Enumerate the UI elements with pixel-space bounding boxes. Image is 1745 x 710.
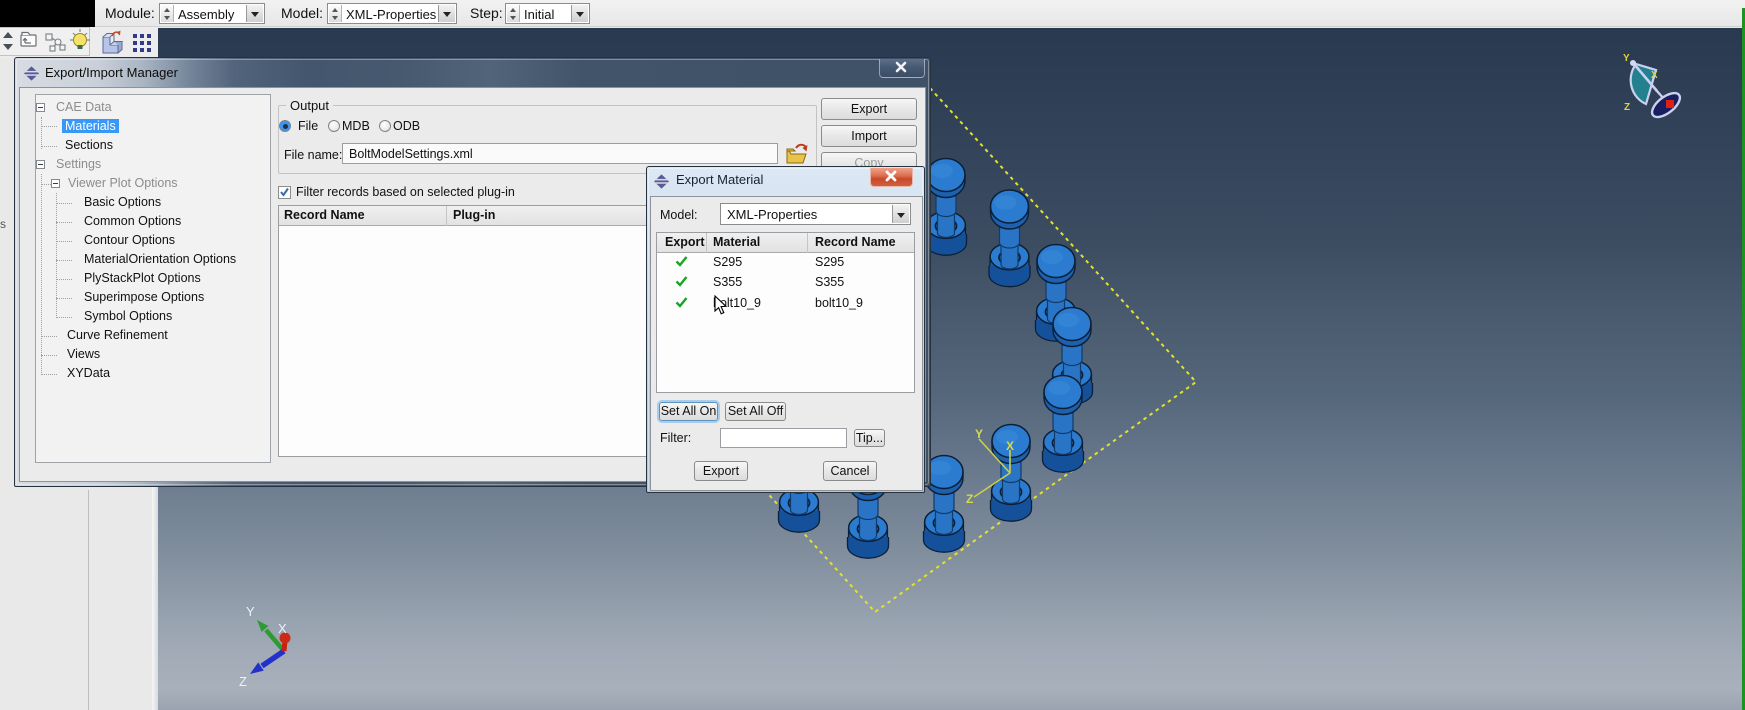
svg-text:Y: Y: [975, 427, 983, 441]
svg-text:X: X: [278, 621, 287, 636]
svg-text:Y: Y: [1623, 53, 1630, 64]
svg-text:Z: Z: [966, 492, 973, 506]
svg-text:Y: Y: [246, 604, 255, 619]
svg-text:Z: Z: [239, 674, 247, 689]
svg-text:Z: Z: [1624, 102, 1630, 113]
svg-text:X: X: [1651, 70, 1658, 81]
svg-text:X: X: [1006, 439, 1014, 453]
